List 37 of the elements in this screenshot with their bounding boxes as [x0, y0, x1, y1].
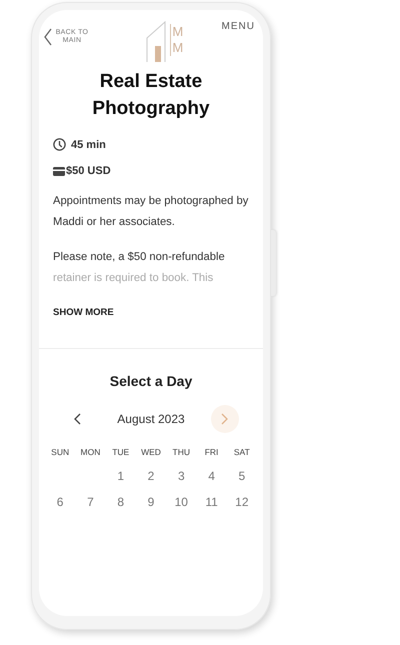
day-number[interactable]: 3: [178, 469, 185, 483]
day-number[interactable]: 7: [87, 495, 94, 509]
show-more-link[interactable]: SHOW MORE: [39, 289, 263, 318]
logo-letter: M: [172, 40, 184, 56]
day-number[interactable]: 8: [117, 495, 124, 509]
card-icon: [53, 166, 65, 176]
day-number[interactable]: 9: [148, 495, 154, 509]
clock-icon: [53, 138, 66, 151]
day-number[interactable]: 5: [238, 469, 246, 483]
day-number[interactable]: 2: [148, 469, 154, 483]
day-number[interactable]: 12: [235, 495, 249, 509]
day-number[interactable]: 1: [117, 469, 124, 483]
chevron-left-icon: [74, 413, 81, 425]
day-number[interactable]: 11: [205, 495, 218, 509]
description-text: retainer is required to book. This: [53, 271, 214, 286]
day-number[interactable]: 10: [174, 495, 188, 509]
duration: 45 min: [71, 138, 106, 150]
chevron-right-icon: [221, 413, 228, 425]
weekday-label: MON: [80, 447, 102, 457]
price: $50 USD: [66, 165, 111, 177]
weekday-label: TUE: [111, 447, 130, 457]
weekday-label: FRI: [204, 447, 220, 457]
weekday-label: WED: [140, 447, 162, 457]
next-month-button[interactable]: [210, 405, 239, 433]
logo-letter: M: [172, 24, 184, 40]
month-label: August 2023: [117, 412, 185, 426]
day-number[interactable]: 4: [208, 469, 215, 483]
weekday-label: SAT: [232, 447, 251, 457]
description-text: Appointments may be photographed by Maddi or her associates.: [53, 194, 249, 230]
calendar-title: Select a Day: [108, 373, 194, 389]
chevron-left-icon: [44, 28, 52, 46]
menu-link[interactable]: MENU: [222, 21, 255, 32]
weekday-label: THU: [172, 447, 192, 457]
weekday-label: SUN: [50, 447, 70, 457]
service-title: Real Estate Photography: [91, 70, 211, 121]
description-text: Please note, a $50 non-refundable: [53, 250, 226, 265]
day-number[interactable]: 6: [56, 495, 64, 509]
